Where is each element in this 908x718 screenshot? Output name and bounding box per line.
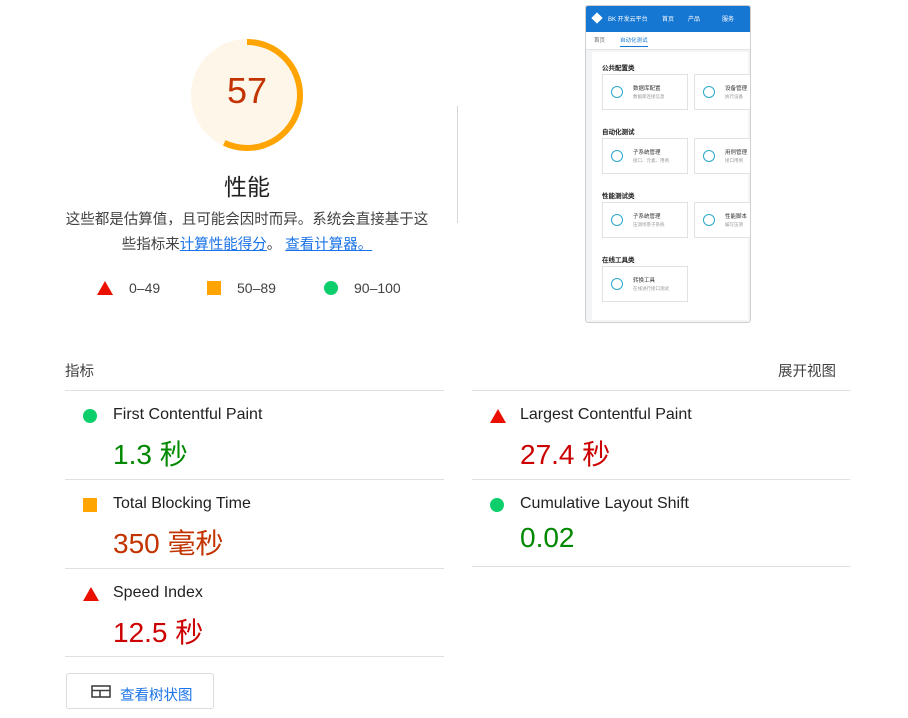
legend-label-good: 90–100 bbox=[354, 280, 401, 296]
thumb-card: 用例管理 接口用例 bbox=[694, 138, 750, 174]
cloud-icon bbox=[611, 150, 623, 162]
description-sep: 。 bbox=[266, 237, 282, 253]
metric-cumulative-layout-shift: Cumulative Layout Shift 0.02 bbox=[472, 480, 851, 568]
divider bbox=[65, 656, 444, 657]
thumb-card-title: 子系统管理 bbox=[633, 150, 661, 156]
legend-item-poor: 0–49 bbox=[97, 280, 160, 296]
triangle-red-icon bbox=[83, 587, 99, 601]
metric-value: 1.3 秒 bbox=[113, 439, 188, 470]
cloud-icon bbox=[611, 214, 623, 226]
vertical-divider bbox=[457, 106, 458, 223]
metric-title: First Contentful Paint bbox=[113, 406, 263, 423]
metric-total-blocking-time: Total Blocking Time 350 毫秒 bbox=[65, 480, 444, 568]
circle-green-icon bbox=[324, 281, 338, 295]
thumb-section-title: 在线工具类 bbox=[602, 257, 635, 264]
thumb-card-sub: 执行设备 bbox=[725, 94, 743, 99]
thumb-card-title: 转换工具 bbox=[633, 278, 656, 284]
thumb-section-title: 性能测试类 bbox=[602, 193, 635, 200]
thumb-section-title: 公共配置类 bbox=[602, 65, 635, 72]
metric-title: Speed Index bbox=[113, 584, 203, 601]
printer-icon bbox=[703, 150, 715, 162]
view-calculator-link[interactable]: 查看计算器。 bbox=[285, 237, 372, 253]
treemap-icon bbox=[91, 685, 111, 698]
thumb-card: 数据库配置 数据库连接信息 bbox=[602, 74, 688, 110]
thumb-nav-service: 服务 bbox=[722, 17, 735, 23]
metric-title: Largest Contentful Paint bbox=[520, 406, 692, 423]
view-treemap-button[interactable]: 查看树状图 bbox=[66, 673, 214, 709]
view-treemap-label: 查看树状图 bbox=[120, 688, 193, 704]
thumb-tabs: 首页 自动化测试 bbox=[586, 32, 750, 50]
thumb-card-title: 性能脚本 bbox=[725, 214, 748, 220]
thumb-card-sub: 数据库连接信息 bbox=[633, 94, 665, 99]
legend-item-average: 50–89 bbox=[207, 280, 276, 296]
metric-speed-index: Speed Index 12.5 秒 bbox=[65, 569, 444, 657]
metrics-header-title: 指标 bbox=[65, 364, 94, 380]
thumb-card: 转换工具 在线进行接口测试 bbox=[602, 266, 688, 302]
butterfly-icon bbox=[611, 278, 623, 290]
expand-view-toggle[interactable]: 展开视图 bbox=[778, 360, 836, 381]
thumb-card-sub: 接口用例 bbox=[725, 158, 743, 163]
metric-value: 27.4 秒 bbox=[520, 439, 611, 470]
thumb-card-sub: 在线进行接口测试 bbox=[633, 286, 669, 291]
thumb-app-title: BK 开发云平台 bbox=[608, 17, 648, 23]
thumb-card: 子系统管理 压测场景子系统 bbox=[602, 202, 688, 238]
legend-label-average: 50–89 bbox=[237, 280, 276, 296]
thumb-card-sub: 压测场景子系统 bbox=[633, 222, 665, 227]
score-description: 这些都是估算值，且可能会因时而异。系统会直接基于这 些指标来计算性能得分。 查看… bbox=[60, 208, 434, 258]
metric-value: 350 毫秒 bbox=[113, 528, 224, 559]
description-line1: 这些都是估算值，且可能会因时而异。系统会直接基于这 bbox=[65, 212, 429, 228]
thumb-card: 子系统管理 接口、元素、用例 bbox=[602, 138, 688, 174]
triangle-red-icon bbox=[490, 409, 506, 423]
thumb-card-title: 用例管理 bbox=[725, 150, 748, 156]
database-icon bbox=[611, 86, 623, 98]
thumb-tab-home: 首页 bbox=[594, 38, 606, 44]
thumb-tab-active: 自动化测试 bbox=[620, 36, 648, 47]
thumb-card: 性能脚本 编写压测 bbox=[694, 202, 750, 238]
metric-value: 0.02 bbox=[520, 522, 575, 553]
thumb-card-sub: 编写压测 bbox=[725, 222, 743, 227]
triangle-red-icon bbox=[97, 281, 113, 295]
metric-title: Total Blocking Time bbox=[113, 495, 251, 512]
metric-value: 12.5 秒 bbox=[113, 617, 204, 648]
calc-score-link[interactable]: 计算性能得分 bbox=[180, 237, 267, 253]
circle-green-icon bbox=[83, 409, 97, 423]
device-icon bbox=[703, 86, 715, 98]
thumb-panel: 公共配置类 数据库配置 数据库连接信息 设备管理 执行设备 自动化测试 子系统管… bbox=[592, 52, 750, 320]
divider bbox=[472, 566, 850, 567]
metric-largest-contentful-paint: Largest Contentful Paint 27.4 秒 bbox=[472, 391, 851, 479]
thumb-card-title: 数据库配置 bbox=[633, 86, 661, 92]
square-orange-icon bbox=[83, 498, 97, 512]
thumb-card-title: 设备管理 bbox=[725, 86, 748, 92]
description-prefix: 些指标来 bbox=[121, 237, 180, 253]
thermometer-icon bbox=[703, 214, 715, 226]
circle-green-icon bbox=[490, 498, 504, 512]
category-title: 性能 bbox=[224, 174, 270, 200]
legend-item-good: 90–100 bbox=[324, 280, 401, 296]
thumb-nav-home: 首页 bbox=[662, 17, 675, 23]
metric-title: Cumulative Layout Shift bbox=[520, 495, 689, 512]
square-orange-icon bbox=[207, 281, 221, 295]
thumb-card: 设备管理 执行设备 bbox=[694, 74, 750, 110]
metric-first-contentful-paint: First Contentful Paint 1.3 秒 bbox=[65, 391, 444, 479]
thumb-nav-product: 产品 bbox=[688, 17, 701, 23]
page-screenshot-thumbnail[interactable]: BK 开发云平台 首页 产品 服务 首页 自动化测试 公共配置类 数据库配置 数… bbox=[585, 5, 751, 323]
thumb-logo-icon bbox=[591, 12, 603, 24]
thumb-section-title: 自动化测试 bbox=[602, 129, 635, 136]
thumb-card-title: 子系统管理 bbox=[633, 214, 661, 220]
thumb-card-sub: 接口、元素、用例 bbox=[633, 158, 669, 163]
score-value: 57 bbox=[226, 70, 268, 111]
thumb-topbar: BK 开发云平台 首页 产品 服务 bbox=[586, 6, 750, 32]
legend-label-poor: 0–49 bbox=[129, 280, 161, 296]
